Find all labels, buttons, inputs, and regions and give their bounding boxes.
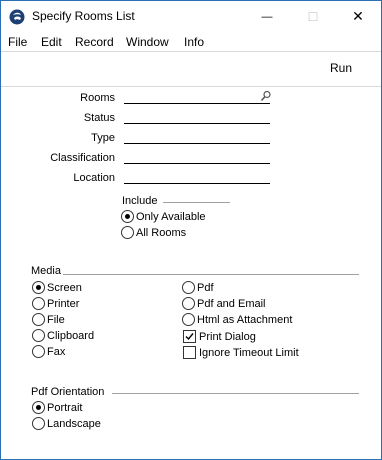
classification-label: Classification: [50, 152, 115, 164]
media-pdf-and-email-radio[interactable]: Pdf and Email: [182, 296, 265, 311]
option-label: Printer: [47, 297, 80, 310]
media-clipboard-radio[interactable]: Clipboard: [32, 328, 94, 343]
window-title: Specify Rooms List: [32, 9, 135, 23]
status-label: Status: [83, 112, 115, 124]
ignore-timeout-limit-checkbox[interactable]: Ignore Timeout Limit: [183, 345, 299, 360]
option-label: Landscape: [47, 417, 101, 430]
media-html-as-attachment-radio[interactable]: Html as Attachment: [182, 312, 292, 327]
media-group-title: Media: [31, 265, 61, 277]
media-pdf-radio[interactable]: Pdf: [182, 280, 214, 295]
orientation-landscape-radio[interactable]: Landscape: [32, 416, 101, 431]
include-only-available-radio[interactable]: Only Available: [121, 209, 206, 224]
toolbar: Run: [1, 53, 381, 87]
menu-window[interactable]: Window: [126, 35, 169, 49]
radio-unselected-icon: [182, 281, 195, 294]
checkmark-icon: [183, 330, 196, 343]
radio-selected-icon: [121, 210, 134, 223]
media-file-radio[interactable]: File: [32, 312, 65, 327]
media-screen-radio[interactable]: Screen: [32, 280, 82, 295]
option-label: Clipboard: [47, 329, 95, 342]
app-logo-icon: [9, 9, 25, 25]
option-label: Pdf: [197, 281, 214, 294]
paste-special-icon[interactable]: [260, 90, 272, 102]
option-label: Fax: [47, 345, 66, 358]
report-specification-form: Rooms Status Type Classification Locatio…: [1, 88, 381, 460]
menu-bar: File Edit Record Window Info: [1, 33, 381, 52]
radio-unselected-icon: [182, 297, 195, 310]
media-printer-radio[interactable]: Printer: [32, 296, 79, 311]
menu-info[interactable]: Info: [184, 35, 204, 49]
menu-edit[interactable]: Edit: [41, 35, 62, 49]
classification-field[interactable]: [124, 152, 270, 164]
option-label: Pdf and Email: [197, 297, 266, 310]
radio-unselected-icon: [32, 297, 45, 310]
maximize-button[interactable]: ☐: [290, 1, 336, 32]
include-group-title: Include: [122, 195, 158, 207]
radio-unselected-icon: [32, 345, 45, 358]
radio-unselected-icon: [121, 226, 134, 239]
status-field[interactable]: [124, 112, 270, 124]
media-fax-radio[interactable]: Fax: [32, 344, 65, 359]
media-group-divider: [63, 274, 359, 275]
run-button[interactable]: Run: [326, 61, 356, 75]
maximize-icon: ☐: [307, 9, 319, 24]
include-group-divider: [163, 202, 230, 203]
option-label: Screen: [47, 281, 82, 294]
radio-unselected-icon: [182, 313, 195, 326]
close-button[interactable]: ✕: [335, 1, 381, 32]
pdf-orientation-group-title: Pdf Orientation: [31, 386, 105, 398]
checkbox-empty-icon: [183, 346, 196, 359]
radio-selected-icon: [32, 401, 45, 414]
include-all-rooms-radio[interactable]: All Rooms: [121, 225, 186, 240]
type-label: Type: [91, 132, 115, 144]
checkbox-label: Ignore Timeout Limit: [199, 346, 299, 359]
location-label: Location: [73, 172, 115, 184]
option-label: Only Available: [136, 210, 206, 223]
menu-record[interactable]: Record: [75, 35, 114, 49]
orientation-portrait-radio[interactable]: Portrait: [32, 400, 82, 415]
option-label: Html as Attachment: [197, 313, 293, 326]
option-label: All Rooms: [136, 226, 187, 239]
minimize-button[interactable]: —: [244, 1, 290, 32]
radio-unselected-icon: [32, 417, 45, 430]
location-field[interactable]: [124, 172, 270, 184]
radio-selected-icon: [32, 281, 45, 294]
pdf-orientation-group-divider: [112, 393, 359, 394]
radio-unselected-icon: [32, 313, 45, 326]
rooms-field[interactable]: [124, 90, 272, 104]
option-label: File: [47, 313, 65, 326]
print-dialog-checkbox[interactable]: Print Dialog: [183, 329, 256, 344]
minimize-icon: —: [261, 10, 273, 23]
menu-file[interactable]: File: [8, 35, 27, 49]
radio-unselected-icon: [32, 329, 45, 342]
rooms-label: Rooms: [80, 92, 115, 104]
close-icon: ✕: [352, 8, 364, 24]
checkbox-label: Print Dialog: [199, 330, 256, 343]
specify-rooms-list-window: Specify Rooms List — ☐ ✕ File Edit Recor…: [0, 0, 382, 460]
title-bar[interactable]: Specify Rooms List — ☐ ✕: [1, 1, 381, 32]
option-label: Portrait: [47, 401, 83, 414]
type-field[interactable]: [124, 132, 270, 144]
